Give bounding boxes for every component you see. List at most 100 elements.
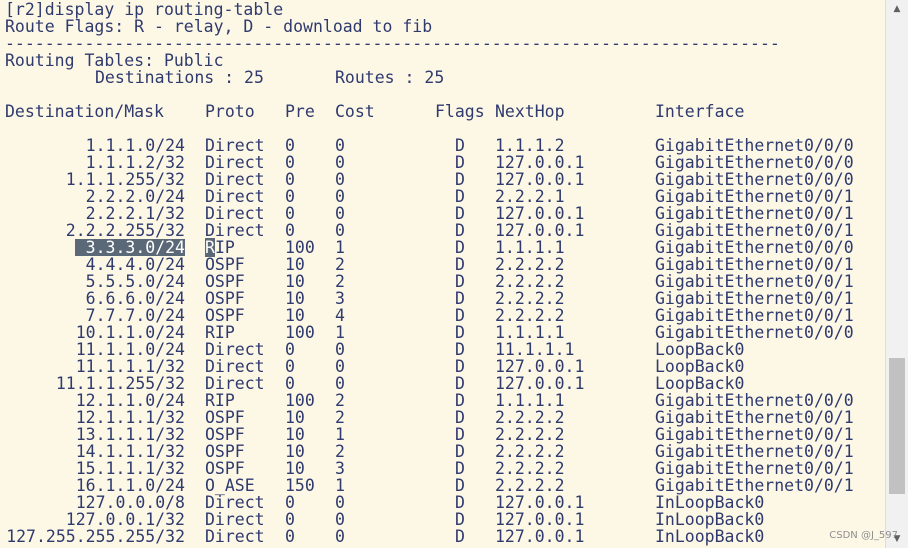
row-interface: GigabitEthernet0/0/1 [655, 289, 854, 308]
row-interface: LoopBack0 [655, 374, 745, 393]
row-destination: 127.0.0.1/32 [65, 510, 185, 529]
row-nexthop: 2.2.2.2 [495, 289, 565, 308]
row-cost: 2 [335, 442, 345, 461]
row-flags: D [455, 425, 465, 444]
watermark: CSDN @J_597 [829, 530, 898, 541]
row-flags: D [455, 357, 465, 376]
header-proto: Proto [205, 102, 255, 121]
row-nexthop: 2.2.2.2 [495, 476, 565, 495]
row-interface: GigabitEthernet0/0/0 [655, 153, 854, 172]
row-cost: 0 [335, 187, 345, 206]
row-flags: D [455, 187, 465, 206]
row-pre: 10 [285, 459, 305, 478]
row-destination: 11.1.1.1/32 [75, 357, 185, 376]
row-cost: 1 [335, 425, 345, 444]
row-flags: D [455, 272, 465, 291]
row-interface: GigabitEthernet0/0/0 [655, 238, 854, 257]
row-proto: OSPF [205, 442, 245, 461]
header-flags: Flags [435, 102, 485, 121]
row-proto: Direct [205, 527, 265, 546]
row-nexthop: 127.0.0.1 [495, 153, 585, 172]
row-flags: D [455, 153, 465, 172]
row-interface: GigabitEthernet0/0/1 [655, 306, 854, 325]
row-flags: D [455, 204, 465, 223]
row-pre: 10 [285, 289, 305, 308]
row-destination: 7.7.7.0/24 [85, 306, 185, 325]
row-flags: D [455, 527, 465, 546]
row-flags: D [455, 255, 465, 274]
row-pre: 150 [285, 476, 315, 495]
row-pre: 100 [285, 323, 315, 342]
destinations-count: Destinations : 25 [95, 68, 264, 87]
row-proto: RIP [205, 391, 235, 410]
row-destination: 6.6.6.0/24 [85, 289, 185, 308]
row-flags: D [455, 510, 465, 529]
row-pre: 10 [285, 255, 305, 274]
row-proto: Direct [205, 187, 265, 206]
row-interface: GigabitEthernet0/0/1 [655, 425, 854, 444]
row-destination: 15.1.1.1/32 [75, 459, 185, 478]
row-proto: Direct [205, 221, 265, 240]
row-interface: GigabitEthernet0/0/0 [655, 170, 854, 189]
row-pre: 10 [285, 306, 305, 325]
row-nexthop: 2.2.2.2 [495, 425, 565, 444]
row-pre: 0 [285, 357, 295, 376]
row-pre: 0 [285, 204, 295, 223]
row-cost: 2 [335, 408, 345, 427]
row-cost: 0 [335, 204, 345, 223]
summary-line: Destinations : 25 Routes : 25 [5, 69, 444, 86]
row-proto: RIP [205, 323, 235, 342]
row-cost: 0 [335, 153, 345, 172]
row-flags: D [455, 374, 465, 393]
row-interface: GigabitEthernet0/0/0 [655, 391, 854, 410]
row-destination: 3.3.3.0/24 [75, 239, 185, 256]
row-cost: 3 [335, 459, 345, 478]
row-proto: Direct [205, 204, 265, 223]
row-interface: GigabitEthernet0/0/0 [655, 323, 854, 342]
row-interface: LoopBack0 [655, 357, 745, 376]
row-interface: GigabitEthernet0/0/1 [655, 459, 854, 478]
row-cost: 0 [335, 527, 345, 546]
row-proto: O_ASE [205, 476, 255, 495]
row-interface: InLoopBack0 [655, 493, 765, 512]
row-flags: D [455, 476, 465, 495]
row-pre: 0 [285, 340, 295, 359]
vertical-scrollbar[interactable]: ▲ ▼ [885, 0, 908, 548]
row-proto: Direct [205, 374, 265, 393]
row-pre: 0 [285, 136, 295, 155]
row-pre: 0 [285, 510, 295, 529]
routing-tables-line: Routing Tables: Public [5, 51, 224, 70]
row-nexthop: 127.0.0.1 [495, 221, 585, 240]
row-interface: GigabitEthernet0/0/1 [655, 221, 854, 240]
row-pre: 0 [285, 221, 295, 240]
table-header: Destination/Mask Proto Pre Cost Flags Ne… [5, 103, 744, 120]
row-cost: 3 [335, 289, 345, 308]
row-interface: InLoopBack0 [655, 510, 765, 529]
row-pre: 10 [285, 272, 305, 291]
row-destination: 127.0.0.0/8 [75, 493, 185, 512]
terminal-window[interactable]: [r2]display ip routing-table Route Flags… [0, 0, 886, 548]
row-interface: GigabitEthernet0/0/1 [655, 408, 854, 427]
row-nexthop: 2.2.2.2 [495, 306, 565, 325]
row-destination: 1.1.1.0/24 [85, 136, 185, 155]
row-flags: D [455, 323, 465, 342]
row-interface: GigabitEthernet0/0/1 [655, 255, 854, 274]
row-cost: 0 [335, 510, 345, 529]
row-nexthop: 2.2.2.2 [495, 272, 565, 291]
row-nexthop: 127.0.0.1 [495, 510, 585, 529]
row-interface: GigabitEthernet0/0/1 [655, 476, 854, 495]
row-flags: D [455, 340, 465, 359]
row-pre: 10 [285, 442, 305, 461]
row-cost: 0 [335, 357, 345, 376]
row-nexthop: 2.2.2.2 [495, 442, 565, 461]
header-destination: Destination/Mask [5, 102, 164, 121]
row-pre: 100 [285, 238, 315, 257]
row-flags: D [455, 493, 465, 512]
scrollbar-thumb[interactable] [889, 358, 905, 494]
arrow-up-icon[interactable]: ▲ [886, 0, 908, 18]
row-pre: 10 [285, 425, 305, 444]
row-cost: 0 [335, 374, 345, 393]
row-nexthop: 2.2.2.2 [495, 408, 565, 427]
row-nexthop: 2.2.2.2 [495, 459, 565, 478]
row-destination: 4.4.4.0/24 [85, 255, 185, 274]
